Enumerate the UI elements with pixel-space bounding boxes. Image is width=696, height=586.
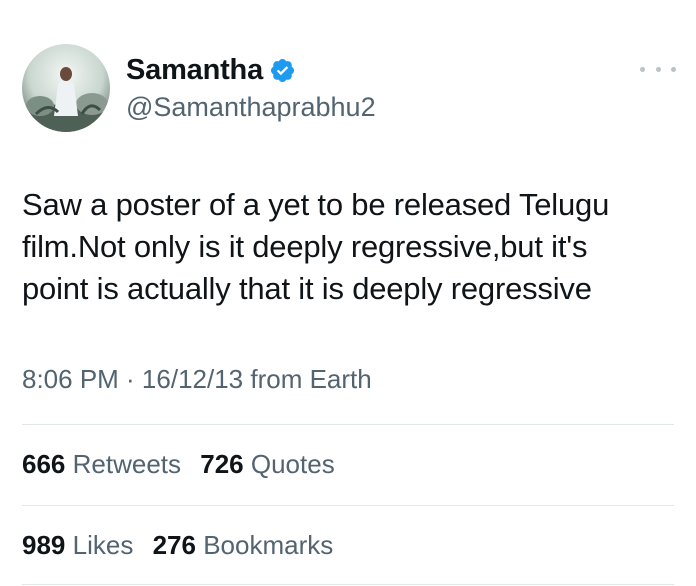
bookmarks-count: 276: [152, 530, 196, 560]
retweets-stat[interactable]: 666 Retweets: [22, 449, 181, 480]
avatar-image: [22, 44, 110, 132]
tweet-text-line: film.Not only is it deeply regressive,bu…: [22, 229, 588, 264]
user-handle[interactable]: @Samanthaprabhu2: [126, 92, 376, 123]
likes-stat[interactable]: 989 Likes: [22, 530, 133, 561]
likes-count: 989: [22, 530, 66, 560]
tweet-text-line: Saw a poster of a yet to be released Tel…: [22, 187, 610, 222]
avatar[interactable]: [22, 44, 110, 132]
divider: [22, 584, 674, 585]
retweets-count: 666: [22, 449, 66, 479]
retweets-label: Retweets: [72, 449, 182, 479]
quotes-label: Quotes: [250, 449, 335, 479]
engagement-stats-row-2: 989 Likes 276 Bookmarks: [22, 530, 345, 561]
more-options-icon[interactable]: [640, 57, 676, 81]
quotes-stat[interactable]: 726 Quotes: [200, 449, 334, 480]
likes-label: Likes: [72, 530, 134, 560]
tweet-text: Saw a poster of a yet to be released Tel…: [22, 184, 682, 310]
bookmarks-stat[interactable]: 276 Bookmarks: [153, 530, 334, 561]
author-name-row: Samantha: [126, 54, 296, 87]
bookmarks-label: Bookmarks: [203, 530, 334, 560]
engagement-stats-row-1: 666 Retweets 726 Quotes: [22, 449, 347, 480]
tweet-timestamp[interactable]: 8:06 PM · 16/12/13 from Earth: [22, 364, 372, 395]
display-name[interactable]: Samantha: [126, 54, 263, 87]
divider: [22, 424, 674, 425]
quotes-count: 726: [200, 449, 244, 479]
tweet-text-line: point is actually that it is deeply regr…: [22, 271, 592, 306]
verified-badge-icon: [269, 57, 296, 84]
divider: [22, 505, 674, 506]
